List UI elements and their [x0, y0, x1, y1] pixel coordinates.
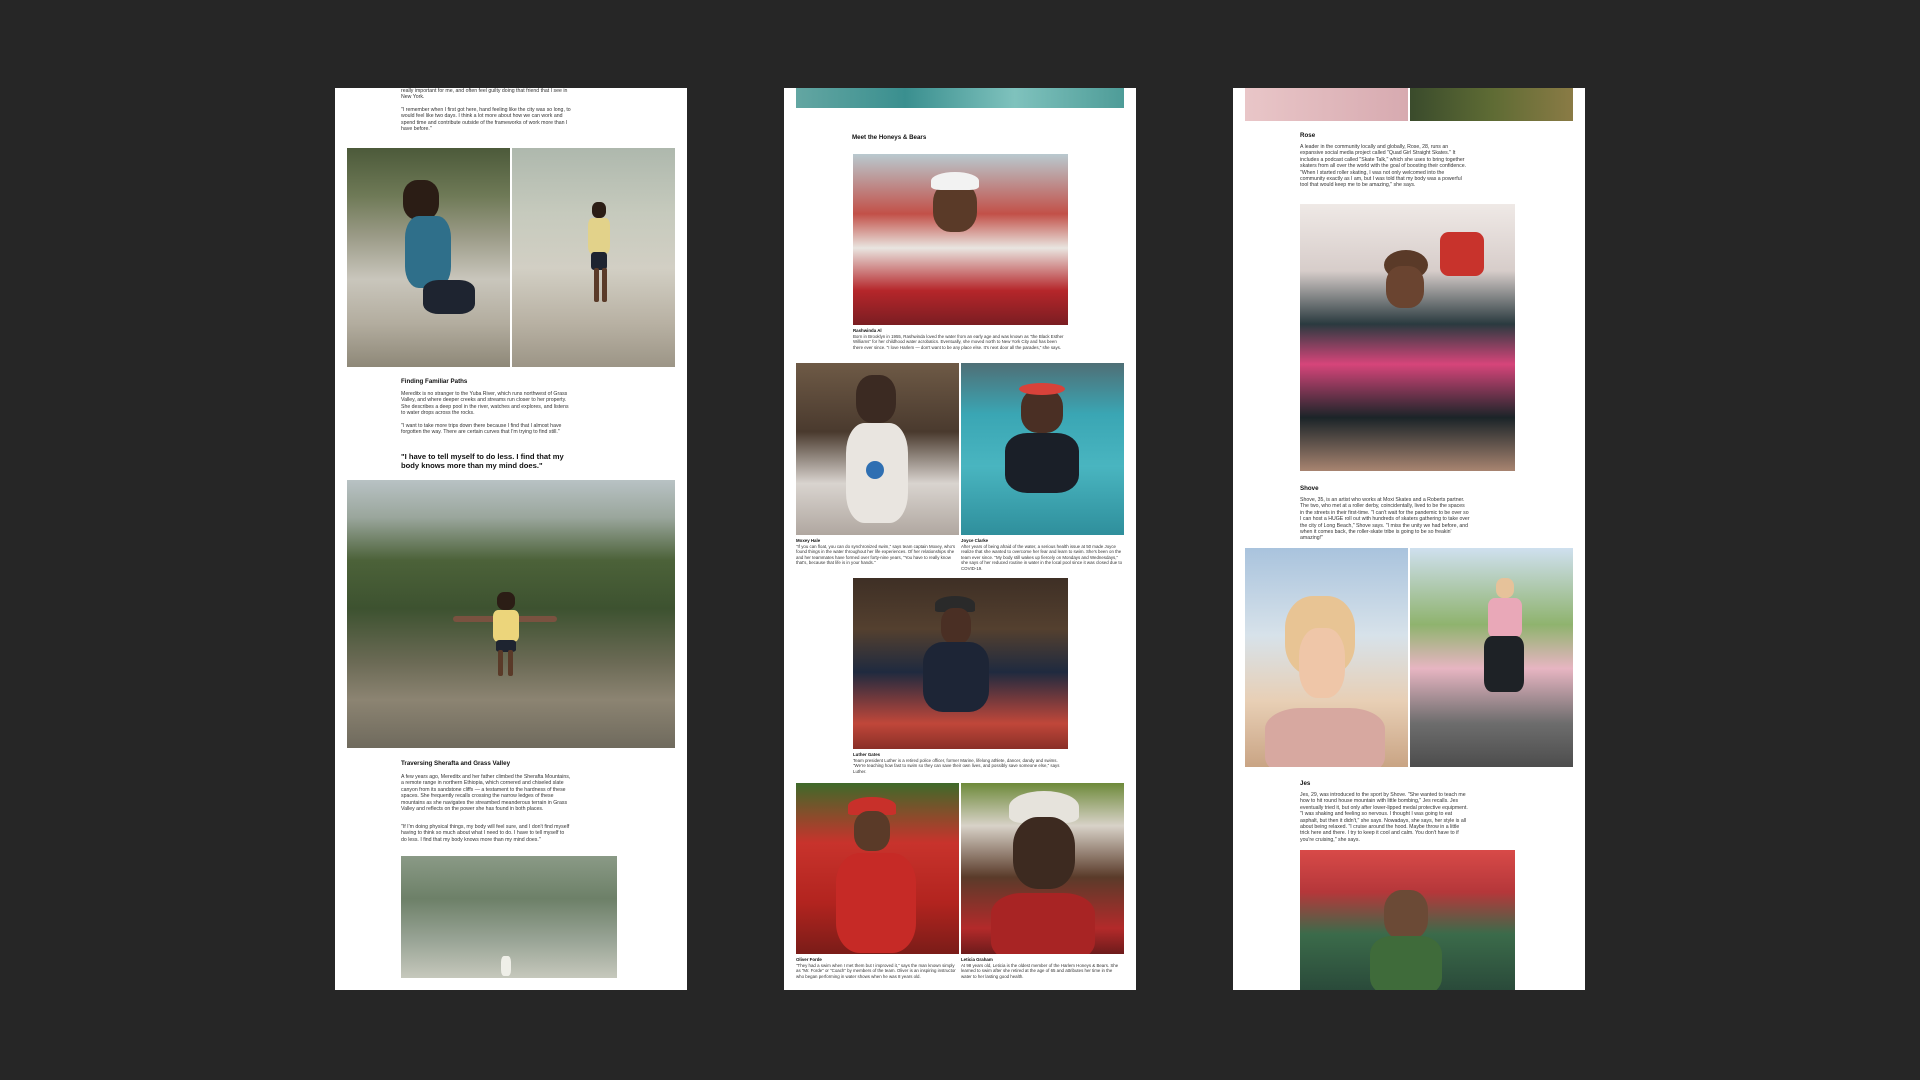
caption-text-moxey: "If you can float, you can do synchroniz… — [796, 543, 956, 566]
section-text-jes: Jes, 29, was introduced to the sport by … — [1300, 792, 1468, 843]
photo-pool-strip — [796, 88, 1124, 108]
article-page-1: really important for me, and often feel … — [335, 88, 687, 990]
section-heading-rose: Rose — [1300, 132, 1316, 139]
caption-leticia: Leticia Graham At 98 years old, Leticia … — [961, 957, 1124, 979]
pull-quote: "I have to tell myself to do less. I fin… — [401, 452, 564, 470]
section-heading-shove: Shove — [1300, 485, 1319, 492]
section-heading-meet-the-honeys-bears: Meet the Honeys & Bears — [852, 134, 927, 141]
photo-rashwinda-red-jacket — [853, 154, 1068, 325]
caption-moxey: Moxey Hale "If you can float, you can do… — [796, 538, 959, 566]
caption-rashwinda: Rashwinda Al Born in Brooklyn in 1955, R… — [853, 328, 1068, 350]
caption-text-oliver: "They had a swim when I met them but I i… — [796, 962, 956, 979]
caption-text-luther: Team president Luther is a retired polic… — [853, 757, 1060, 774]
photo-leticia-silver-crown — [961, 783, 1124, 954]
photo-jes-skating-street — [1410, 548, 1573, 767]
caption-oliver: Oliver Forde "They had a swim when I met… — [796, 957, 959, 979]
article-page-3: Rose A leader in the community locally a… — [1233, 88, 1585, 990]
photo-shove-portrait — [1245, 548, 1408, 767]
caption-joyce: Joyce Clarke After years of being afraid… — [961, 538, 1124, 572]
caption-luther: Luther Gates Team president Luther is a … — [853, 752, 1068, 774]
section1-paragraph-1: Mereditx is no stranger to the Yuba Rive… — [401, 391, 569, 417]
photo-woman-arms-outstretched-forest — [347, 480, 675, 748]
photo-oliver-red-cap — [796, 783, 959, 954]
photo-luther-seated — [853, 578, 1068, 749]
section2-paragraph-2: "If I'm doing physical things, my body w… — [401, 824, 570, 843]
photo-woman-standing-on-rocks — [512, 148, 675, 367]
photo-tree-canopy-path — [401, 856, 617, 978]
section-text-rose: A leader in the community locally and gl… — [1300, 144, 1467, 189]
photo-moxey-medals — [796, 363, 959, 535]
intro-paragraph-1: really important for me, and often feel … — [401, 88, 568, 101]
article-page-2: Meet the Honeys & Bears Rashwinda Al Bor… — [784, 88, 1136, 990]
photo-jes-in-red-bus — [1300, 850, 1515, 990]
section-heading-finding-familiar-paths: Finding Familiar Paths — [401, 378, 468, 385]
section-text-shove: Shove, 35, is an artist who works at Mox… — [1300, 497, 1470, 542]
canvas: { "page1": { "intro_p1": "really importa… — [0, 0, 1920, 1080]
caption-text-joyce: After years of being afraid of the water… — [961, 543, 1123, 571]
photo-woman-sitting-by-river — [347, 148, 510, 367]
photo-rose-roller-skates — [1300, 204, 1515, 471]
section1-paragraph-2: "I want to take more trips down there be… — [401, 423, 562, 436]
photo-joyce-in-pool — [961, 363, 1124, 535]
intro-paragraph-2: "I remember when I first got here, hand … — [401, 107, 571, 133]
section-heading-traversing: Traversing Sherafta and Grass Valley — [401, 760, 511, 767]
caption-text-rashwinda: Born in Brooklyn in 1955, Rashwinda love… — [853, 333, 1064, 350]
photo-top-pink — [1245, 88, 1408, 121]
caption-text-leticia: At 98 years old, Leticia is the oldest m… — [961, 962, 1119, 979]
section-heading-jes: Jes — [1300, 780, 1311, 787]
section2-paragraph-1: A few years ago, Mereditx and her father… — [401, 774, 571, 813]
photo-top-green — [1410, 88, 1573, 121]
